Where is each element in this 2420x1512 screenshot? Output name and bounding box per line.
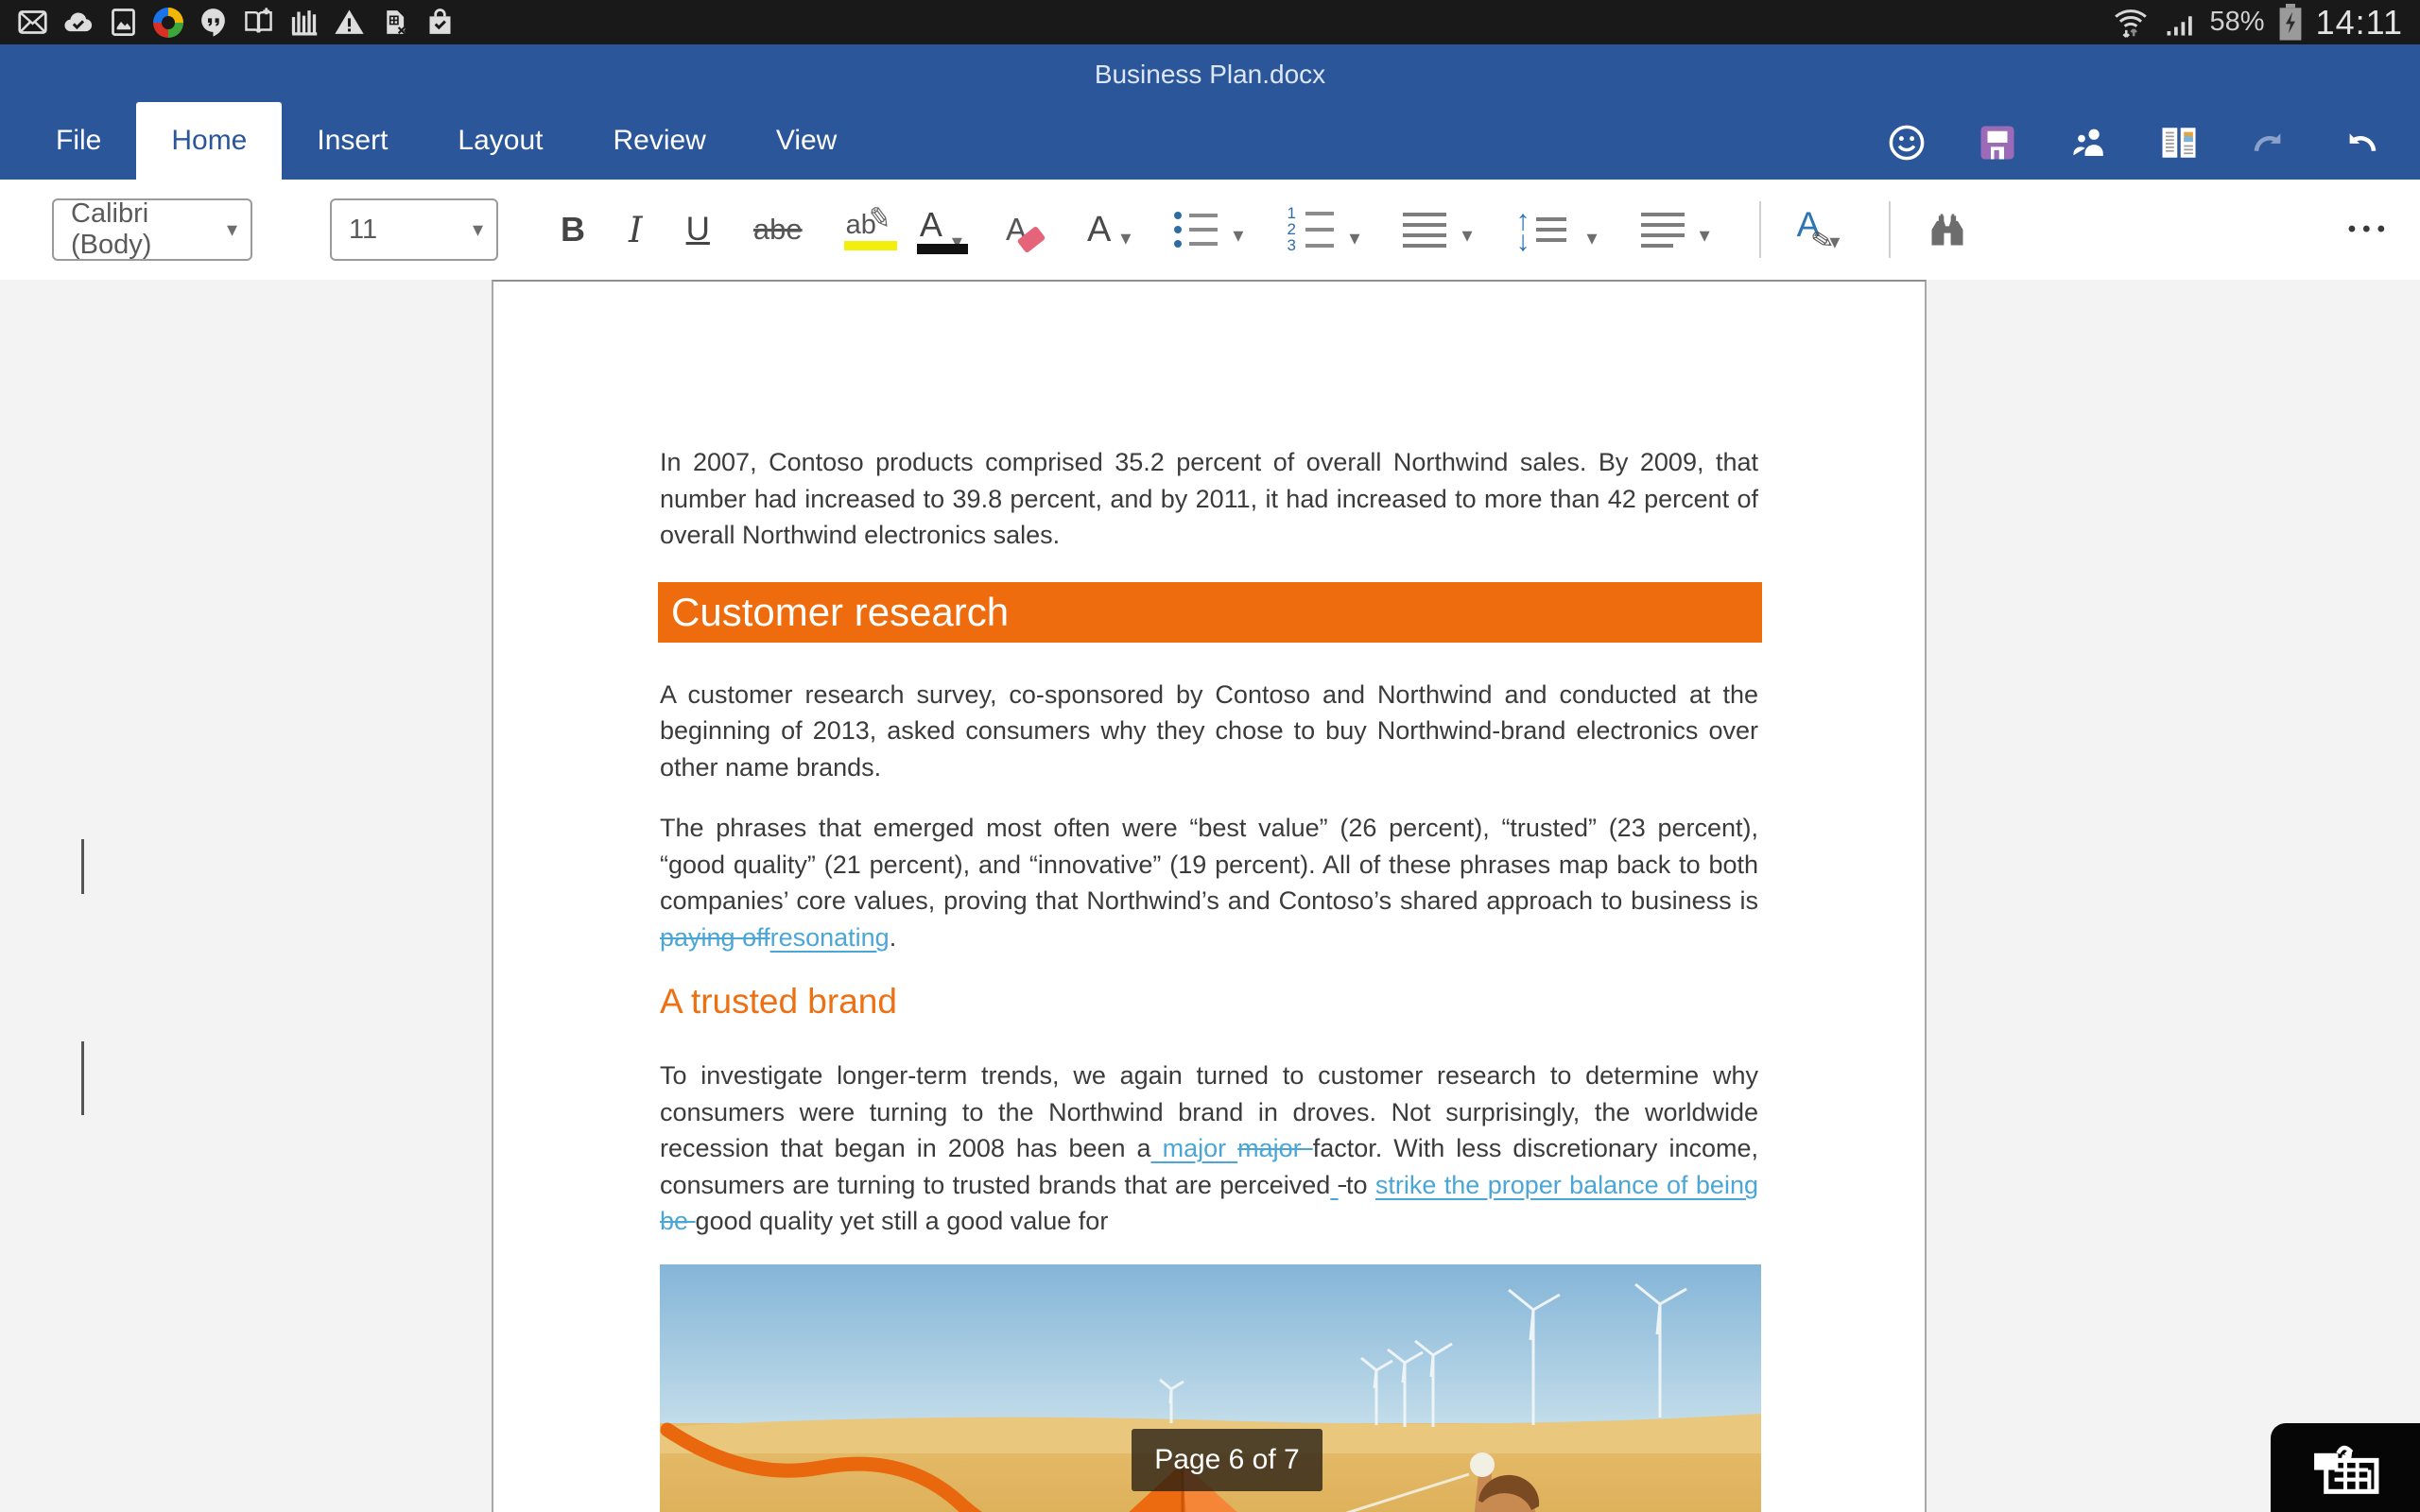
deleted-text: paying off	[660, 923, 770, 952]
piano-icon	[288, 7, 320, 38]
deleted-text: be	[660, 1207, 696, 1235]
chevron-down-icon: ▾	[1233, 223, 1243, 248]
tab-insert[interactable]: Insert	[282, 102, 423, 180]
tracked-change-bar	[81, 839, 84, 894]
underline-button[interactable]: U	[686, 211, 710, 249]
paragraph-with-tracked-changes: The phrases that emerged most often were…	[660, 810, 1758, 955]
bullet-list-button[interactable]: ▾	[1174, 212, 1243, 248]
cloud-done-icon	[62, 7, 94, 38]
strikethrough-button[interactable]: abe	[753, 213, 803, 247]
find-button[interactable]	[1927, 209, 1968, 250]
deleted-space	[1339, 1171, 1346, 1199]
paragraph-with-tracked-changes: To investigate longer-term trends, we ag…	[660, 1057, 1758, 1240]
inserted-space	[1330, 1171, 1338, 1199]
chevron-down-icon: ▾	[473, 217, 483, 242]
play-games-icon	[153, 8, 183, 38]
justify-button[interactable]: ▾	[1641, 213, 1710, 248]
warning-icon	[334, 7, 365, 38]
line-spacing-icon: ↑↓	[1516, 209, 1572, 250]
formatting-toolbar: Calibri (Body)▾ 11▾ B I U abe ab✎ A ▾ A …	[0, 180, 2420, 280]
redo-icon[interactable]	[2250, 123, 2290, 163]
font-name-select[interactable]: Calibri (Body)▾	[52, 198, 252, 261]
tracked-change-bar	[81, 1041, 84, 1115]
font-color-swatch	[917, 244, 968, 254]
deleted-text: major	[1237, 1134, 1313, 1162]
clock: 14:11	[2316, 3, 2403, 43]
tab-layout[interactable]: Layout	[423, 102, 578, 180]
italic-button[interactable]: I	[629, 210, 643, 250]
toolbar-divider	[1759, 201, 1761, 258]
feedback-smiley-icon[interactable]	[1887, 123, 1927, 163]
show-keyboard-button[interactable]	[2271, 1423, 2420, 1512]
tab-review[interactable]: Review	[578, 102, 740, 180]
book-add-icon	[243, 7, 274, 38]
bag-check-icon	[424, 7, 456, 38]
bold-button[interactable]: B	[561, 210, 585, 249]
wifi-icon	[2112, 5, 2150, 41]
hangouts-icon	[198, 7, 229, 38]
battery-percent: 58%	[2210, 7, 2265, 38]
inserted-text: major	[1151, 1134, 1238, 1162]
title-bar: Business Plan.docx File Home Insert Layo…	[0, 44, 2420, 180]
notification-icons	[17, 0, 456, 44]
pen-icon: ✎	[865, 200, 893, 236]
chevron-down-icon: ▾	[1461, 223, 1472, 248]
chevron-down-icon: ▾	[1120, 226, 1131, 250]
line-spacing-button[interactable]: ↑↓ ▾	[1516, 209, 1598, 250]
font-color-button[interactable]: A ▾	[920, 205, 962, 254]
keyboard-icon	[2309, 1438, 2381, 1497]
highlight-color-swatch	[844, 241, 897, 250]
tab-home[interactable]: Home	[136, 102, 282, 180]
ribbon-tabs: File Home Insert Layout Review View	[21, 102, 872, 180]
signal-icon	[2161, 6, 2199, 40]
paragraph: A customer research survey, co-sponsored…	[660, 677, 1758, 786]
undo-icon[interactable]	[2341, 123, 2380, 163]
share-people-icon[interactable]	[2068, 123, 2108, 163]
chevron-down-icon: ▾	[1349, 226, 1359, 250]
text-effects-button[interactable]: A▾	[1087, 210, 1131, 250]
heading-customer-research: Customer research	[658, 582, 1762, 643]
gallery-icon	[108, 7, 139, 38]
heading-a-trusted-brand: A trusted brand	[660, 982, 1758, 1022]
document-body: In 2007, Contoso products comprised 35.2…	[493, 282, 1925, 1512]
system-status-icons: 58% 14:11	[2112, 3, 2403, 43]
indent-button[interactable]: ▾	[1403, 213, 1472, 248]
inserted-text: resonating	[770, 923, 890, 952]
align-icon	[1403, 213, 1446, 248]
save-icon[interactable]	[1978, 123, 2017, 163]
chevron-down-icon: ▾	[1587, 226, 1598, 250]
numbered-list-icon: 1 2 3	[1287, 209, 1334, 250]
document-title: Business Plan.docx	[0, 60, 2420, 90]
bullet-list-icon	[1174, 212, 1218, 248]
document-page[interactable]: In 2007, Contoso products comprised 35.2…	[492, 280, 1927, 1512]
chevron-down-icon: ▾	[227, 217, 237, 242]
paragraph: In 2007, Contoso products comprised 35.2…	[660, 282, 1758, 554]
highlight-button[interactable]: ab✎	[846, 210, 876, 250]
page-indicator-toast: Page 6 of 7	[1132, 1429, 1322, 1491]
word-app-screen: 58% 14:11 Business Plan.docx File Home I…	[0, 0, 2420, 1512]
overflow-menu-button[interactable]: •••	[2348, 216, 2392, 243]
sim-missing-icon	[379, 7, 410, 38]
brush-icon: ✎	[1808, 223, 1837, 258]
read-view-icon[interactable]	[2159, 123, 2199, 163]
numbered-list-button[interactable]: 1 2 3 ▾	[1287, 209, 1359, 250]
clear-formatting-button[interactable]: A	[1006, 212, 1044, 248]
title-bar-actions	[1887, 123, 2380, 163]
document-canvas: In 2007, Contoso products comprised 35.2…	[0, 280, 2420, 1512]
chevron-down-icon: ▾	[1700, 223, 1710, 248]
inserted-text: strike the proper balance of being	[1375, 1171, 1758, 1199]
email-icon	[17, 7, 48, 38]
styles-button[interactable]: A✎ ▾	[1797, 205, 1841, 254]
justify-icon	[1641, 213, 1685, 248]
binoculars-icon	[1927, 209, 1968, 250]
tab-view[interactable]: View	[741, 102, 872, 180]
sky	[660, 1264, 1761, 1435]
tab-file[interactable]: File	[21, 102, 136, 180]
android-status-bar: 58% 14:11	[0, 0, 2420, 44]
font-size-select[interactable]: 11▾	[330, 198, 498, 261]
battery-charging-icon	[2276, 4, 2305, 42]
toolbar-divider	[1889, 201, 1891, 258]
